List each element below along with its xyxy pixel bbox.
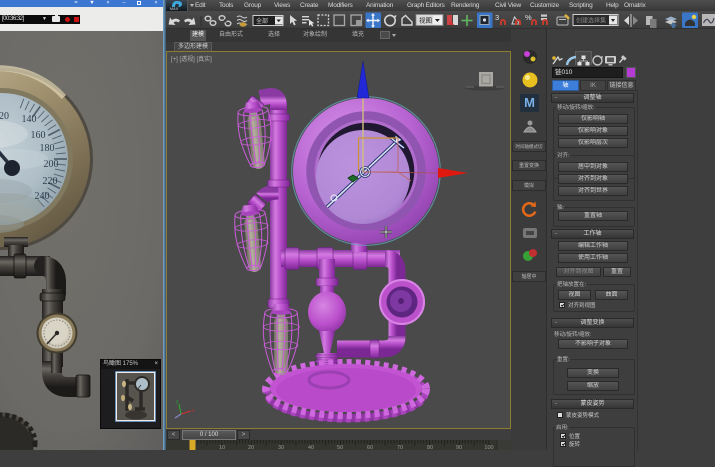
svg-text:80: 80 — [427, 445, 433, 450]
svg-text:10: 10 — [219, 445, 225, 450]
svg-text:20: 20 — [0, 111, 9, 122]
svg-text:20: 20 — [248, 445, 254, 450]
svg-text:40: 40 — [308, 445, 314, 450]
svg-text:180: 180 — [40, 143, 55, 154]
svg-text:创建选择集: 创建选择集 — [576, 17, 606, 25]
svg-text:90: 90 — [456, 445, 462, 450]
svg-text:30: 30 — [278, 445, 284, 450]
svg-text:%: % — [525, 13, 532, 22]
svg-text:50: 50 — [337, 445, 343, 450]
svg-text:60: 60 — [367, 445, 373, 450]
svg-text:220: 220 — [43, 176, 58, 187]
svg-text:x: x — [192, 408, 195, 414]
svg-text:160: 160 — [31, 130, 46, 141]
svg-text:视图: 视图 — [419, 16, 432, 25]
svg-text:140: 140 — [22, 114, 37, 125]
svg-text:100: 100 — [484, 445, 493, 450]
svg-text:全部: 全部 — [256, 17, 268, 25]
svg-text:3: 3 — [495, 13, 499, 22]
svg-text:70: 70 — [397, 445, 403, 450]
